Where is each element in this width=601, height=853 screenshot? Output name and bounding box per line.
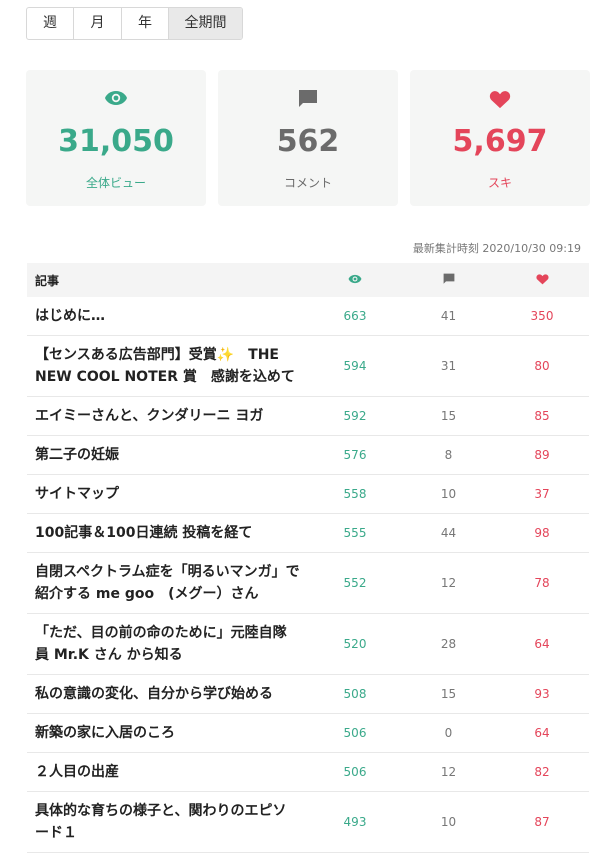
views-count: 576 (308, 435, 402, 475)
views-card: 31,050 全体ビュー (26, 70, 206, 206)
article-stats-table: 記事 はじめに… 663 41 350 【センスある広告部門】受賞✨ THE NEW (27, 263, 589, 853)
views-count: 594 (308, 335, 402, 397)
total-likes-label: スキ (487, 176, 512, 190)
tab-month[interactable]: 月 (74, 8, 122, 39)
comments-count: 10 (402, 791, 495, 853)
article-title-link[interactable]: はじめに… (27, 297, 308, 336)
table-row: 【センスある広告部門】受賞✨ THE NEW COOL NOTER 賞 感謝を込… (27, 335, 589, 397)
views-count: 555 (308, 513, 402, 553)
period-tabs: 週 月 年 全期間 (26, 7, 243, 40)
comments-count: 10 (402, 474, 495, 514)
tab-week[interactable]: 週 (27, 8, 74, 39)
comments-count: 15 (402, 674, 495, 714)
comments-count: 31 (402, 335, 495, 397)
table-header: 記事 (27, 263, 589, 297)
likes-count: 64 (495, 613, 589, 675)
article-title-link[interactable]: 【センスある広告部門】受賞✨ THE NEW COOL NOTER 賞 感謝を込… (27, 335, 308, 397)
comments-count: 8 (402, 435, 495, 475)
views-count: 508 (308, 674, 402, 714)
column-header-article: 記事 (35, 273, 60, 288)
heart-icon (489, 91, 511, 109)
comments-count: 15 (402, 396, 495, 436)
comments-count: 12 (402, 752, 495, 792)
table-row: 私の意識の変化、自分から学び始める 508 15 93 (27, 674, 589, 714)
likes-count: 80 (495, 335, 589, 397)
comment-icon (299, 90, 317, 107)
table-row: 自閉スペクトラム症を「明るいマンガ」で紹介する me goo (メグー）さん 55… (27, 552, 589, 614)
likes-count: 350 (495, 297, 589, 336)
comments-count: 12 (402, 552, 495, 614)
table-row: エイミーさんと、クンダリーニ ヨガ 592 15 85 (27, 396, 589, 436)
views-count: 663 (308, 297, 402, 336)
total-views-label: 全体ビュー (85, 176, 146, 190)
likes-count: 78 (495, 552, 589, 614)
article-title-link[interactable]: サイトマップ (27, 474, 308, 514)
table-row: 具体的な育ちの様子と、関わりのエピソード１ 493 10 87 (27, 791, 589, 853)
tab-all-time[interactable]: 全期間 (169, 8, 242, 39)
likes-count: 87 (495, 791, 589, 853)
table-row: 「ただ、目の前の命のために」元陸自隊員 Mr.K さん から知る 520 28 64 (27, 613, 589, 675)
article-title-link[interactable]: 100記事＆100日連続 投稿を経て (27, 513, 308, 553)
views-count: 592 (308, 396, 402, 436)
total-comments-label: コメント (283, 176, 332, 190)
table-row: 100記事＆100日連続 投稿を経て 555 44 98 (27, 513, 589, 553)
table-row: 第二子の妊娠 576 8 89 (27, 435, 589, 475)
article-title-link[interactable]: 私の意識の変化、自分から学び始める (27, 674, 308, 714)
article-title-link[interactable]: 「ただ、目の前の命のために」元陸自隊員 Mr.K さん から知る (27, 613, 308, 675)
comments-count: 41 (402, 297, 495, 336)
total-comments-value: 562 (276, 124, 340, 159)
likes-count: 89 (495, 435, 589, 475)
table-row: はじめに… 663 41 350 (27, 297, 589, 336)
eye-icon (105, 91, 127, 105)
views-count: 520 (308, 613, 402, 675)
article-title-link[interactable]: エイミーさんと、クンダリーニ ヨガ (27, 396, 308, 436)
table-row: 新築の家に入居のころ 506 0 64 (27, 713, 589, 753)
table-row: サイトマップ 558 10 37 (27, 474, 589, 514)
article-title-link[interactable]: 自閉スペクトラム症を「明るいマンガ」で紹介する me goo (メグー）さん (27, 552, 308, 614)
views-count: 506 (308, 713, 402, 753)
likes-count: 98 (495, 513, 589, 553)
comment-icon (443, 273, 454, 284)
article-title-link[interactable]: ２人目の出産 (27, 752, 308, 792)
comments-count: 0 (402, 713, 495, 753)
tab-year[interactable]: 年 (122, 8, 169, 39)
views-count: 506 (308, 752, 402, 792)
total-likes-value: 5,697 (452, 124, 548, 159)
eye-icon (348, 274, 362, 284)
likes-count: 85 (495, 396, 589, 436)
likes-count: 37 (495, 474, 589, 514)
heart-icon (535, 273, 549, 284)
column-header-comments[interactable] (402, 263, 495, 297)
likes-count: 64 (495, 713, 589, 753)
summary-cards: 31,050 全体ビュー 562 コメント 5,697 スキ (26, 70, 590, 206)
likes-card: 5,697 スキ (410, 70, 590, 206)
comments-count: 44 (402, 513, 495, 553)
views-count: 558 (308, 474, 402, 514)
total-views-value: 31,050 (58, 124, 174, 159)
likes-count: 93 (495, 674, 589, 714)
article-title-link[interactable]: 第二子の妊娠 (27, 435, 308, 475)
article-title-link[interactable]: 具体的な育ちの様子と、関わりのエピソード１ (27, 791, 308, 853)
views-count: 493 (308, 791, 402, 853)
comments-card: 562 コメント (218, 70, 398, 206)
table-row: ２人目の出産 506 12 82 (27, 752, 589, 792)
views-count: 552 (308, 552, 402, 614)
article-title-link[interactable]: 新築の家に入居のころ (27, 713, 308, 753)
likes-count: 82 (495, 752, 589, 792)
column-header-likes[interactable] (495, 263, 589, 297)
comments-count: 28 (402, 613, 495, 675)
column-header-views[interactable] (308, 263, 402, 297)
last-updated: 最新集計時刻 2020/10/30 09:19 (412, 242, 581, 255)
